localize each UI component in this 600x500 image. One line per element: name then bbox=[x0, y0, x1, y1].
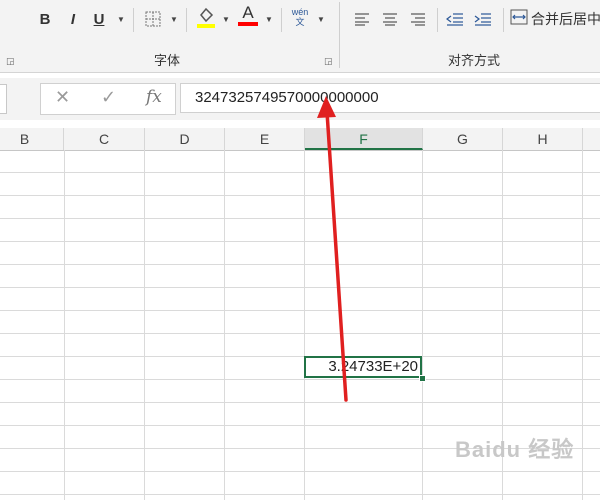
annotation-arrow bbox=[317, 96, 348, 402]
watermark-logo: Baidu 经验 bbox=[455, 437, 575, 462]
